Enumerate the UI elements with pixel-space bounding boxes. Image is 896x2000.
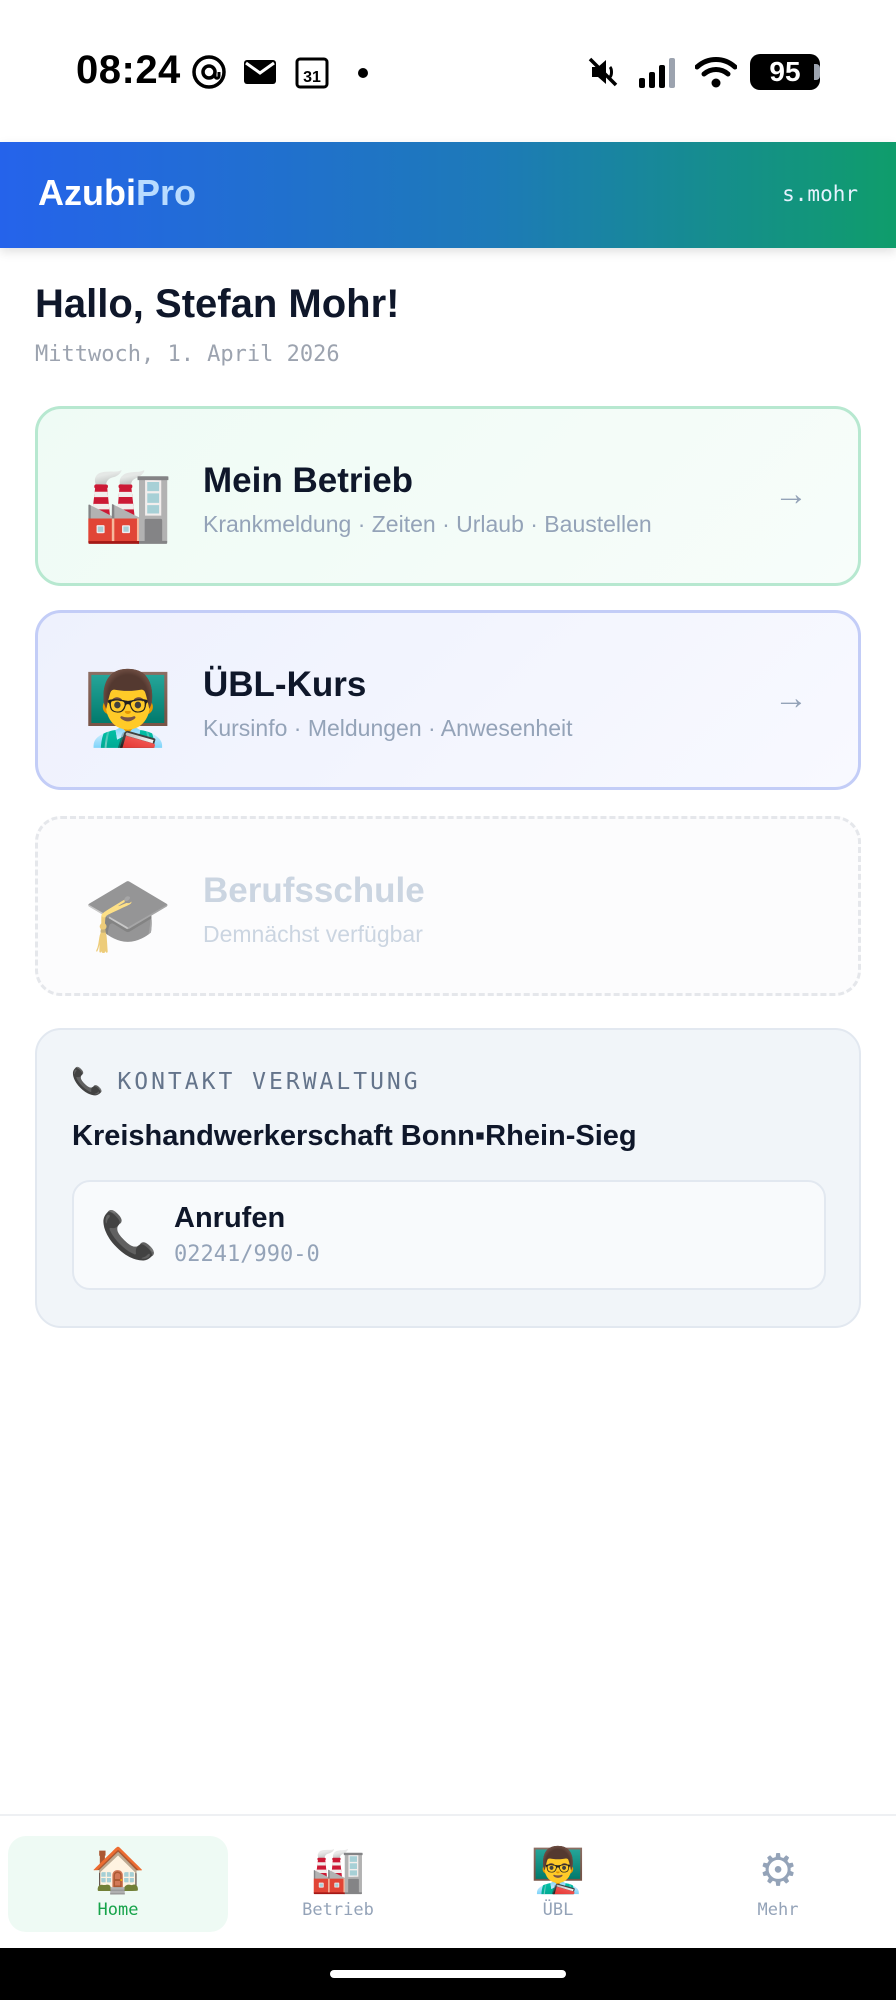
battery-level: 95: [769, 56, 801, 87]
call-label: Anrufen: [174, 1202, 286, 1234]
phone-number: 02241/990-0: [174, 1242, 320, 1267]
home-indicator-area: [0, 1948, 896, 2000]
card-subtitle: Krankmeldung · Zeiten · Urlaub · Baustel…: [203, 511, 652, 537]
calendar-31-icon: 31: [294, 54, 330, 90]
battery-tip: [814, 64, 820, 80]
graduation-cap-icon: 🎓: [83, 875, 173, 955]
nav-item-mehr[interactable]: ⚙ Mehr: [668, 1836, 888, 1932]
arrow-right-icon: →: [774, 475, 808, 513]
battery-icon: 95: [750, 54, 820, 90]
status-time: 08:24: [76, 48, 181, 92]
status-bar: 08:24 31 95: [0, 0, 896, 142]
mail-icon: [242, 54, 278, 90]
nav-item-home[interactable]: 🏠 Home: [8, 1836, 228, 1932]
nav-item-uebl[interactable]: 👨‍🏫 ÜBL: [448, 1836, 668, 1932]
call-button[interactable]: 📞 Anrufen 02241/990-0: [72, 1180, 826, 1290]
nav-label: Home: [97, 1900, 139, 1920]
app-logo[interactable]: AzubiPro: [38, 172, 196, 214]
teacher-icon: 👨‍🏫: [83, 669, 173, 749]
gear-icon: ⚙: [758, 1846, 798, 1895]
phone-icon: 📞: [100, 1209, 158, 1261]
teacher-icon: 👨‍🏫: [530, 1846, 586, 1895]
contact-panel: 📞 KONTAKT VERWALTUNG Kreishandwerkerscha…: [35, 1028, 861, 1328]
contact-header: 📞 KONTAKT VERWALTUNG: [71, 1066, 421, 1097]
card-subtitle: Demnächst verfügbar: [203, 921, 423, 947]
nav-item-betrieb[interactable]: 🏭 Betrieb: [228, 1836, 448, 1932]
brand-part-2: Pro: [135, 172, 196, 213]
nav-label: Mehr: [757, 1900, 799, 1920]
dot-icon: [358, 68, 368, 78]
mute-icon: [584, 54, 622, 90]
nav-label: ÜBL: [542, 1900, 574, 1920]
factory-icon: 🏭: [310, 1846, 366, 1895]
bottom-navigation: 🏠 Home 🏭 Betrieb 👨‍🏫 ÜBL ⚙ Mehr: [0, 1814, 896, 1948]
card-berufsschule-disabled: 🎓 Berufsschule Demnächst verfügbar: [35, 816, 861, 996]
home-indicator[interactable]: [330, 1970, 566, 1978]
username-label[interactable]: s.mohr: [782, 182, 858, 206]
card-title: ÜBL-Kurs: [203, 665, 367, 704]
card-title: Mein Betrieb: [203, 461, 414, 500]
signal-icon: [636, 54, 682, 90]
contact-organization: Kreishandwerkerschaft Bonn▪Rhein-Sieg: [72, 1120, 637, 1152]
wifi-icon: [694, 54, 738, 90]
card-title: Berufsschule: [203, 871, 425, 910]
calendar-day-text: 31: [303, 69, 321, 86]
card-mein-betrieb[interactable]: 🏭 Mein Betrieb Krankmeldung · Zeiten · U…: [35, 406, 861, 586]
current-date: Mittwoch, 1. April 2026: [35, 342, 340, 367]
page-title: Hallo, Stefan Mohr!: [35, 282, 400, 326]
at-notification-icon: [190, 54, 228, 90]
phone-icon: 📞: [71, 1066, 104, 1096]
nav-label: Betrieb: [302, 1900, 374, 1920]
factory-icon: 🏭: [83, 465, 173, 545]
card-uebl-kurs[interactable]: 👨‍🏫 ÜBL-Kurs Kursinfo · Meldungen · Anwe…: [35, 610, 861, 790]
contact-label: KONTAKT VERWALTUNG: [117, 1068, 421, 1095]
arrow-right-icon: →: [774, 679, 808, 717]
card-subtitle: Kursinfo · Meldungen · Anwesenheit: [203, 715, 573, 741]
app-header: AzubiPro s.mohr: [0, 142, 896, 248]
house-icon: 🏠: [90, 1846, 146, 1895]
brand-part-1: Azubi: [38, 172, 136, 213]
